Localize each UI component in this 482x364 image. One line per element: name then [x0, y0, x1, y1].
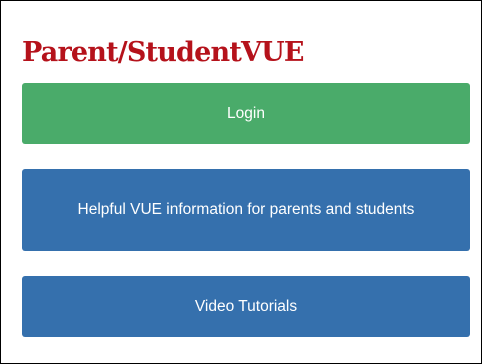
helpful-info-button-label: Helpful VUE information for parents and …: [77, 201, 415, 218]
login-button-label: Login: [227, 104, 265, 122]
page-title: Parent/StudentVUE: [22, 37, 304, 68]
login-button[interactable]: Login: [22, 83, 470, 144]
helpful-info-button[interactable]: Helpful VUE information for parents and …: [22, 169, 470, 251]
video-tutorials-button-label: Video Tutorials: [194, 297, 298, 315]
panel: Parent/StudentVUE Login Helpful VUE info…: [0, 0, 482, 364]
video-tutorials-button[interactable]: Video Tutorials: [22, 276, 470, 337]
